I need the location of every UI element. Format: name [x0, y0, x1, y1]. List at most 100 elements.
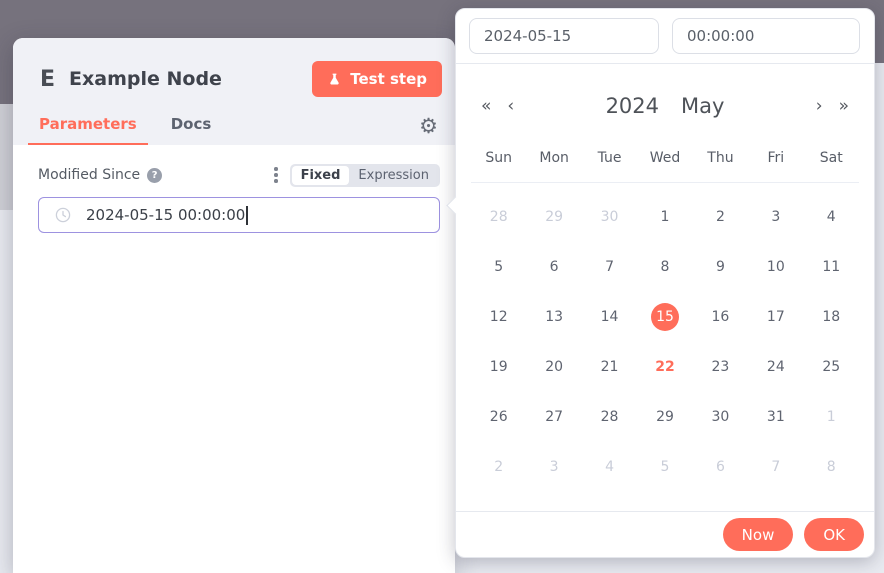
help-icon[interactable]: ? — [147, 168, 162, 183]
day-cell[interactable]: 10 — [748, 242, 803, 292]
day-cell[interactable]: 25 — [804, 342, 859, 392]
node-panel-header: E Example Node Test step Parameters Docs… — [13, 38, 455, 145]
day-number: 18 — [817, 303, 845, 331]
day-number: 28 — [596, 403, 624, 431]
day-cell[interactable]: 22 — [637, 342, 692, 392]
value-mode-toggle: Fixed Expression — [290, 164, 440, 187]
prev-month-button[interactable]: ‹ — [507, 96, 514, 116]
day-cell[interactable]: 11 — [804, 242, 859, 292]
day-cell[interactable]: 4 — [804, 192, 859, 242]
day-cell[interactable]: 3 — [748, 192, 803, 242]
day-cell[interactable]: 31 — [748, 392, 803, 442]
day-cell[interactable]: 13 — [526, 292, 581, 342]
node-settings-panel: E Example Node Test step Parameters Docs… — [13, 38, 455, 573]
day-cell[interactable]: 1 — [804, 392, 859, 442]
day-number: 2 — [485, 453, 513, 481]
mode-fixed-option[interactable]: Fixed — [292, 166, 350, 185]
day-number: 2 — [706, 203, 734, 231]
picker-date-input[interactable] — [469, 18, 659, 54]
calendar-nav: « ‹ 2024 May › » — [456, 64, 874, 122]
day-number: 28 — [485, 203, 513, 231]
weekday-label: Tue — [582, 150, 637, 166]
day-cell[interactable]: 19 — [471, 342, 526, 392]
year-label[interactable]: 2024 — [606, 94, 659, 118]
node-icon: E — [40, 67, 55, 92]
day-cell[interactable]: 5 — [637, 442, 692, 492]
day-number: 6 — [540, 253, 568, 281]
day-number: 6 — [706, 453, 734, 481]
day-cell[interactable]: 6 — [693, 442, 748, 492]
day-number: 11 — [817, 253, 845, 281]
kebab-menu-icon[interactable] — [270, 163, 290, 187]
day-cell[interactable]: 18 — [804, 292, 859, 342]
day-cell[interactable]: 9 — [693, 242, 748, 292]
day-number: 29 — [540, 203, 568, 231]
day-cell[interactable]: 7 — [748, 442, 803, 492]
day-cell[interactable]: 2 — [693, 192, 748, 242]
day-cell[interactable]: 16 — [693, 292, 748, 342]
day-cell[interactable]: 28 — [471, 192, 526, 242]
test-step-label: Test step — [350, 70, 427, 88]
test-step-button[interactable]: Test step — [312, 61, 442, 97]
tab-bar: Parameters Docs ⚙ — [13, 98, 455, 145]
day-cell[interactable]: 20 — [526, 342, 581, 392]
now-button[interactable]: Now — [723, 518, 794, 551]
day-number: 23 — [706, 353, 734, 381]
day-number: 30 — [706, 403, 734, 431]
picker-time-input[interactable] — [672, 18, 860, 54]
day-cell[interactable]: 6 — [526, 242, 581, 292]
day-cell[interactable]: 12 — [471, 292, 526, 342]
day-cell[interactable]: 29 — [526, 192, 581, 242]
node-title: Example Node — [69, 68, 312, 90]
day-cell[interactable]: 17 — [748, 292, 803, 342]
app-background: E Example Node Test step Parameters Docs… — [0, 0, 884, 573]
datetime-picker-popover: « ‹ 2024May › » SunMonTueWedThuFriSat 28… — [455, 8, 875, 558]
weekday-label: Thu — [693, 150, 748, 166]
next-month-button[interactable]: › — [816, 96, 823, 116]
prev-year-button[interactable]: « — [481, 96, 491, 116]
weekday-label: Wed — [637, 150, 692, 166]
canvas-left-band-light — [0, 104, 14, 210]
day-cell[interactable]: 28 — [582, 392, 637, 442]
tab-docs[interactable]: Docs — [160, 115, 223, 145]
ok-button[interactable]: OK — [804, 518, 864, 551]
datetime-input-value: 2024-05-15 00:00:00 — [86, 206, 245, 224]
day-number: 22 — [651, 353, 679, 381]
day-number: 27 — [540, 403, 568, 431]
day-number: 5 — [651, 453, 679, 481]
day-cell[interactable]: 8 — [804, 442, 859, 492]
day-cell[interactable]: 3 — [526, 442, 581, 492]
datetime-input[interactable]: 2024-05-15 00:00:00 — [38, 197, 440, 233]
day-cell[interactable]: 30 — [582, 192, 637, 242]
next-year-button[interactable]: » — [839, 96, 849, 116]
day-number: 29 — [651, 403, 679, 431]
day-number: 3 — [540, 453, 568, 481]
day-cell[interactable]: 26 — [471, 392, 526, 442]
parameter-label: Modified Since — [38, 167, 140, 183]
day-cell[interactable]: 15 — [637, 292, 692, 342]
day-cell[interactable]: 30 — [693, 392, 748, 442]
gear-icon[interactable]: ⚙ — [419, 116, 440, 145]
day-number: 5 — [485, 253, 513, 281]
month-label[interactable]: May — [681, 94, 724, 118]
calendar-title: 2024 May — [514, 94, 816, 118]
tab-parameters[interactable]: Parameters — [28, 115, 148, 145]
mode-expression-option[interactable]: Expression — [349, 166, 438, 185]
day-cell[interactable]: 27 — [526, 392, 581, 442]
day-cell[interactable]: 21 — [582, 342, 637, 392]
picker-input-row — [456, 9, 874, 64]
day-cell[interactable]: 5 — [471, 242, 526, 292]
day-cell[interactable]: 14 — [582, 292, 637, 342]
canvas-left-band-dark — [0, 0, 14, 104]
day-cell[interactable]: 29 — [637, 392, 692, 442]
node-panel-body: Modified Since ? Fixed Expression 2024-0… — [13, 145, 455, 233]
day-cell[interactable]: 2 — [471, 442, 526, 492]
day-cell[interactable]: 8 — [637, 242, 692, 292]
day-cell[interactable]: 4 — [582, 442, 637, 492]
day-cell[interactable]: 1 — [637, 192, 692, 242]
day-cell[interactable]: 7 — [582, 242, 637, 292]
day-number: 31 — [762, 403, 790, 431]
day-cell[interactable]: 23 — [693, 342, 748, 392]
weekday-label: Fri — [748, 150, 803, 166]
day-cell[interactable]: 24 — [748, 342, 803, 392]
